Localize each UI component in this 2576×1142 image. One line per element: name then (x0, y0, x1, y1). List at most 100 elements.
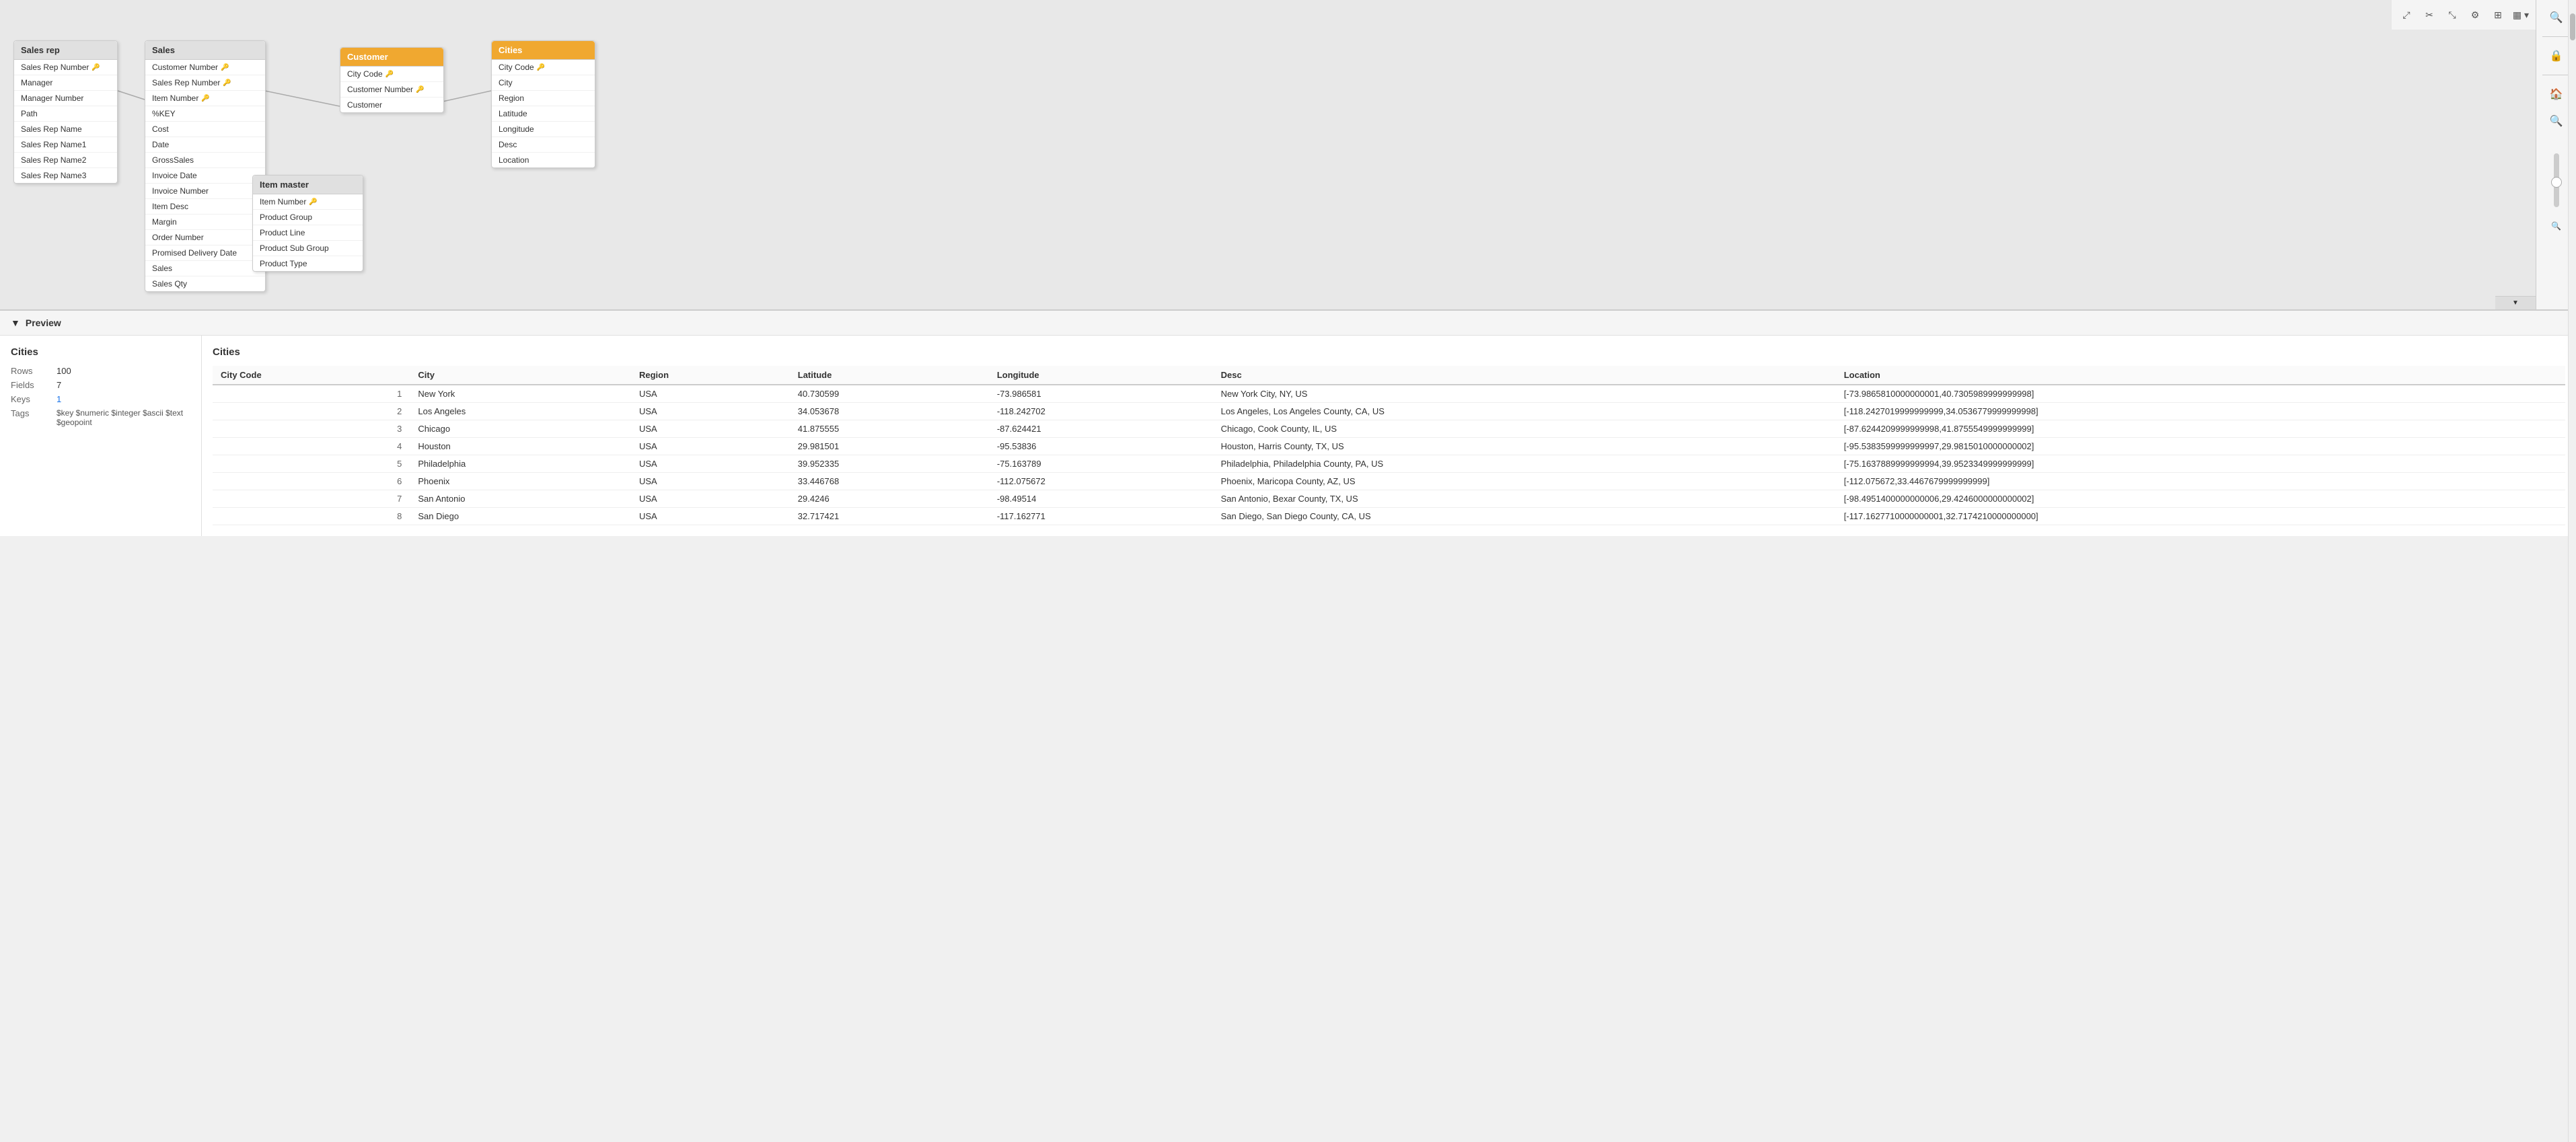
cell-region: USA (631, 490, 790, 508)
table-customer[interactable]: Customer City Code 🔑 Customer Number 🔑 C… (340, 47, 444, 113)
cut-button[interactable]: ✂ (2420, 5, 2439, 24)
field-sales-qty[interactable]: Sales Qty (145, 276, 265, 291)
zoom-slider[interactable] (2554, 153, 2559, 207)
table-row: 8 San Diego USA 32.717421 -117.162771 Sa… (213, 508, 2565, 525)
cell-city-code: 2 (213, 403, 410, 420)
field-product-sub-group[interactable]: Product Sub Group (253, 241, 363, 256)
cell-longitude: -117.162771 (989, 508, 1213, 525)
preview-section: ▼ Preview Cities Rows 100 Fields 7 Keys … (0, 309, 2576, 536)
cell-city-code: 7 (213, 490, 410, 508)
field-product-type[interactable]: Product Type (253, 256, 363, 271)
field-sales[interactable]: Sales (145, 261, 265, 276)
meta-tags-label: Tags (11, 408, 51, 427)
cell-city-code: 8 (213, 508, 410, 525)
field-latitude[interactable]: Latitude (492, 106, 595, 122)
home-icon[interactable]: 🏠 (2546, 83, 2567, 105)
cell-region: USA (631, 385, 790, 403)
settings-button[interactable]: ⚙ (2466, 5, 2485, 24)
field-city[interactable]: City (492, 75, 595, 91)
zoom-out-icon[interactable]: 🔍 (2546, 215, 2567, 237)
field-item-number-sales[interactable]: Item Number 🔑 (145, 91, 265, 106)
field-item-number-master[interactable]: Item Number 🔑 (253, 194, 363, 210)
field-product-line[interactable]: Product Line (253, 225, 363, 241)
field-city-code-cities[interactable]: City Code 🔑 (492, 60, 595, 75)
field-date[interactable]: Date (145, 137, 265, 153)
cell-longitude: -73.986581 (989, 385, 1213, 403)
field-percent-key[interactable]: %KEY (145, 106, 265, 122)
cell-longitude: -98.49514 (989, 490, 1213, 508)
field-cost[interactable]: Cost (145, 122, 265, 137)
field-item-desc[interactable]: Item Desc (145, 199, 265, 215)
cell-desc: Chicago, Cook County, IL, US (1213, 420, 1836, 438)
field-sales-rep-name3[interactable]: Sales Rep Name3 (14, 168, 117, 183)
table-sales-rep[interactable]: Sales rep Sales Rep Number 🔑 Manager Man… (13, 40, 118, 184)
data-table: City Code City Region Latitude Longitude… (213, 366, 2565, 525)
field-gross-sales[interactable]: GrossSales (145, 153, 265, 168)
field-product-group[interactable]: Product Group (253, 210, 363, 225)
col-city: City (410, 366, 631, 385)
field-order-number[interactable]: Order Number (145, 230, 265, 245)
field-customer-number-customer[interactable]: Customer Number 🔑 (340, 82, 443, 98)
zoom-thumb[interactable] (2551, 177, 2562, 188)
cell-city: San Antonio (410, 490, 631, 508)
field-sales-rep-number-sales[interactable]: Sales Rep Number 🔑 (145, 75, 265, 91)
field-invoice-number[interactable]: Invoice Number (145, 184, 265, 199)
field-sales-rep-name[interactable]: Sales Rep Name (14, 122, 117, 137)
meta-keys-value[interactable]: 1 (57, 394, 61, 404)
field-sales-rep-name1[interactable]: Sales Rep Name1 (14, 137, 117, 153)
col-desc: Desc (1213, 366, 1836, 385)
table-sales[interactable]: Sales Customer Number 🔑 Sales Rep Number… (145, 40, 266, 292)
cell-location: [-95.5383599999999997,29.981501000000000… (1836, 438, 2565, 455)
grid-button[interactable]: ⊞ (2489, 5, 2507, 24)
search-icon[interactable]: 🔍 (2546, 7, 2567, 28)
meta-fields-value: 7 (57, 380, 61, 390)
cell-longitude: -112.075672 (989, 473, 1213, 490)
fit-button[interactable]: ⤢ (2397, 5, 2416, 24)
field-customer-number[interactable]: Customer Number 🔑 (145, 60, 265, 75)
field-margin[interactable]: Margin (145, 215, 265, 230)
cell-desc: San Antonio, Bexar County, TX, US (1213, 490, 1836, 508)
field-desc[interactable]: Desc (492, 137, 595, 153)
connections-svg (0, 0, 2576, 309)
table-item-master[interactable]: Item master Item Number 🔑 Product Group … (252, 175, 363, 272)
field-city-code-customer[interactable]: City Code 🔑 (340, 67, 443, 82)
col-longitude: Longitude (989, 366, 1213, 385)
preview-collapse-icon: ▼ (11, 317, 20, 328)
cell-latitude: 29.4246 (790, 490, 989, 508)
expand-button[interactable]: ⤡ (2443, 5, 2462, 24)
preview-right-panel[interactable]: Cities City Code City Region Latitude Lo… (202, 336, 2576, 536)
cell-city: Phoenix (410, 473, 631, 490)
field-path[interactable]: Path (14, 106, 117, 122)
collapse-handle[interactable]: ▼ (2495, 296, 2536, 309)
layout-button[interactable]: ▦ ▾ (2511, 5, 2530, 24)
zoom-in-icon[interactable]: 🔍 (2546, 110, 2567, 132)
scrollbar-thumb[interactable] (2570, 13, 2575, 40)
preview-title: Preview (26, 317, 61, 328)
table-customer-header: Customer (340, 48, 443, 67)
table-row: 7 San Antonio USA 29.4246 -98.49514 San … (213, 490, 2565, 508)
table-row: 5 Philadelphia USA 39.952335 -75.163789 … (213, 455, 2565, 473)
field-manager-number[interactable]: Manager Number (14, 91, 117, 106)
field-longitude[interactable]: Longitude (492, 122, 595, 137)
field-manager[interactable]: Manager (14, 75, 117, 91)
table-item-master-header: Item master (253, 176, 363, 194)
table-cities[interactable]: Cities City Code 🔑 City Region Latitude … (491, 40, 595, 168)
zoom-controls (2554, 151, 2559, 210)
lock-icon[interactable]: 🔒 (2546, 45, 2567, 67)
field-region[interactable]: Region (492, 91, 595, 106)
field-sales-rep-name2[interactable]: Sales Rep Name2 (14, 153, 117, 168)
diagram-canvas[interactable]: ⤢ ✂ ⤡ ⚙ ⊞ ▦ ▾ Sales rep Sales Rep Number… (0, 0, 2576, 309)
right-scrollbar[interactable] (2568, 0, 2576, 1142)
cell-region: USA (631, 420, 790, 438)
cell-city: Philadelphia (410, 455, 631, 473)
field-customer[interactable]: Customer (340, 98, 443, 112)
meta-keys-row: Keys 1 (11, 394, 190, 404)
field-invoice-date[interactable]: Invoice Date (145, 168, 265, 184)
meta-tags-value: $key $numeric $integer $ascii $text $geo… (57, 408, 190, 427)
field-location[interactable]: Location (492, 153, 595, 167)
cell-region: USA (631, 508, 790, 525)
cell-longitude: -95.53836 (989, 438, 1213, 455)
preview-header[interactable]: ▼ Preview (0, 311, 2576, 336)
field-sales-rep-number[interactable]: Sales Rep Number 🔑 (14, 60, 117, 75)
field-promised-delivery-date[interactable]: Promised Delivery Date (145, 245, 265, 261)
